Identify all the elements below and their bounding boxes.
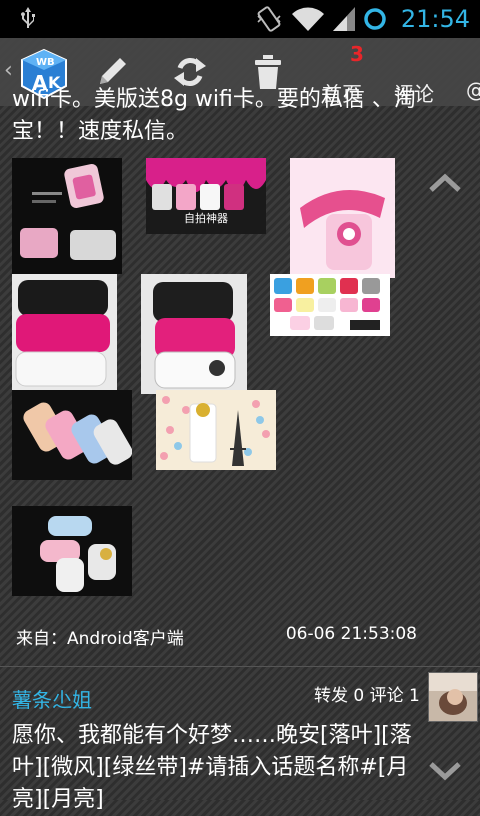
sync-icon: [364, 8, 386, 30]
clock: 21:54: [400, 5, 470, 33]
scroll-up-icon[interactable]: [428, 172, 462, 194]
post-image[interactable]: [12, 390, 132, 480]
wifi-icon: [291, 7, 324, 31]
usb-icon: [21, 7, 35, 28]
post-timestamp: 06-06 21:53:08: [285, 624, 417, 644]
post-text: wifi卡。美版送8g wifi卡。要的私信 、淘宝！！速度私信。: [12, 87, 416, 144]
post-image[interactable]: [290, 158, 395, 278]
post-image[interactable]: [12, 158, 122, 274]
status-bar: 21:54: [0, 0, 480, 38]
post-image[interactable]: [270, 274, 390, 336]
tab-mentions[interactable]: @: [466, 78, 480, 102]
signal-icon: [332, 7, 355, 31]
post-author-name[interactable]: 薯条尐姐: [12, 684, 92, 713]
vibrate-icon: [257, 6, 281, 32]
repost-comment-stats: 转发 0 评论 1: [314, 686, 420, 706]
svg-text:自拍神器: 自拍神器: [184, 211, 228, 225]
svg-text:WB: WB: [36, 57, 55, 68]
chevron-left-icon[interactable]: ‹: [4, 58, 13, 83]
post-image[interactable]: [141, 274, 247, 394]
post-image[interactable]: [156, 390, 276, 470]
post-source: 来自：Android客户端: [16, 629, 184, 649]
post-image[interactable]: 自拍神器: [146, 158, 266, 234]
post-image[interactable]: [12, 274, 117, 390]
post-image[interactable]: [12, 506, 132, 596]
post-divider: [0, 666, 480, 667]
post-text: 愿你、我都能有个好梦……晚安[落叶][落叶][微风][绿丝带]#请插入话题名称#…: [12, 723, 412, 812]
unread-badge: 3: [350, 42, 364, 66]
scroll-down-icon[interactable]: [428, 760, 462, 782]
avatar[interactable]: [428, 672, 478, 722]
